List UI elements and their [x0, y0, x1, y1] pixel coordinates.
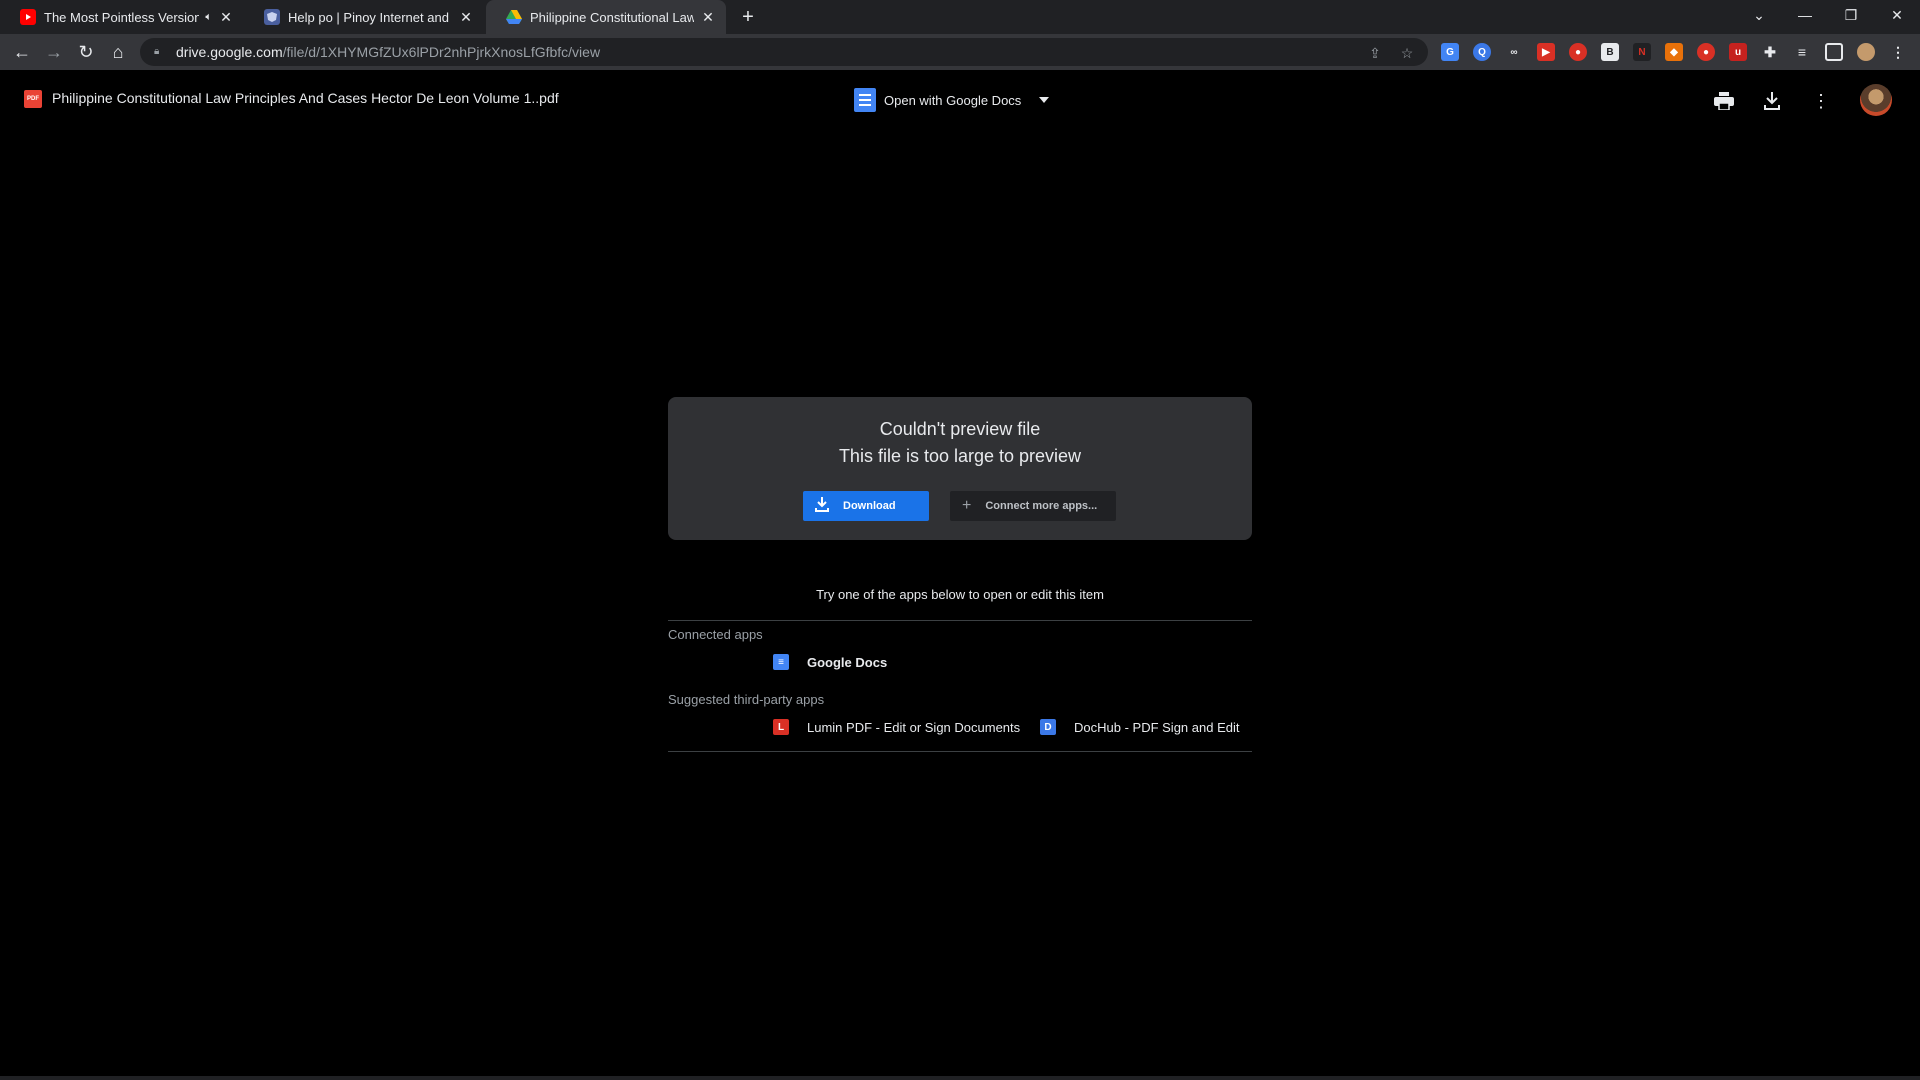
error-message: This file is too large to preview: [838, 446, 1082, 466]
close-tab-icon[interactable]: ✕: [218, 9, 234, 25]
glasses-extension-icon[interactable]: ∞: [1505, 43, 1523, 61]
home-icon[interactable]: ⌂: [104, 38, 132, 66]
download-button[interactable]: Download: [803, 491, 929, 521]
more-options-icon[interactable]: ⋮: [1808, 88, 1834, 114]
tab-title: Help po | Pinoy Internet and Tec: [288, 9, 452, 25]
connected-apps-label: Connected apps: [668, 627, 763, 642]
close-tab-icon[interactable]: ✕: [700, 9, 716, 25]
record-extension-icon[interactable]: ●: [1569, 43, 1587, 61]
chevron-down-icon[interactable]: [1039, 97, 1050, 103]
app-lumin-pdf[interactable]: L Lumin PDF - Edit or Sign Documents: [773, 719, 1020, 735]
google-docs-icon: [854, 88, 876, 112]
tab-pinoy-forum[interactable]: Help po | Pinoy Internet and Tec ✕: [244, 0, 484, 34]
browser-menu-icon[interactable]: ⋮: [1889, 43, 1907, 61]
download-icon[interactable]: [1759, 88, 1785, 114]
page-extension-icon[interactable]: B: [1601, 43, 1619, 61]
browser-toolbar: ← → ↻ ⌂ 🔒︎ drive.google.com/file/d/1XHYM…: [0, 34, 1920, 70]
connect-label: Connect more apps...: [985, 500, 1098, 512]
open-with-google-docs-button[interactable]: Open with Google Docs: [854, 86, 1050, 114]
dochub-icon: D: [1040, 719, 1056, 735]
fox-extension-icon[interactable]: ◆: [1665, 43, 1683, 61]
youtube-icon: [20, 9, 36, 25]
viewer-header: PDF Philippine Constitutional Law Princi…: [0, 70, 1920, 130]
download-icon: [815, 496, 829, 516]
speaker-icon[interactable]: 🔈︎: [205, 11, 212, 24]
plus-icon: +: [962, 497, 972, 514]
video-extension-icon[interactable]: ▶: [1537, 43, 1555, 61]
share-icon[interactable]: ⇪: [1366, 44, 1384, 62]
search-extension-icon[interactable]: Q: [1473, 43, 1491, 61]
tab-search-icon[interactable]: ⌄: [1736, 0, 1782, 30]
side-panel-icon[interactable]: [1825, 43, 1843, 61]
tab-youtube[interactable]: The Most Pointless Version o 🔈︎ ✕: [0, 0, 244, 34]
app-dochub[interactable]: D DocHub - PDF Sign and Edit: [1040, 719, 1239, 735]
tab-strip: The Most Pointless Version o 🔈︎ ✕ Help p…: [0, 0, 1920, 34]
translate-extension-icon[interactable]: G: [1441, 43, 1459, 61]
profile-avatar[interactable]: [1857, 43, 1875, 61]
back-icon[interactable]: ←: [8, 38, 36, 66]
pdf-file-icon: PDF: [24, 90, 42, 108]
extensions-puzzle-icon[interactable]: ✚: [1761, 43, 1779, 61]
google-docs-icon: ≡: [773, 654, 789, 670]
tab-drive[interactable]: Philippine Constitutional Law Prin ✕: [486, 0, 726, 34]
print-icon[interactable]: [1711, 88, 1737, 114]
suggested-apps-label: Suggested third-party apps: [668, 692, 825, 707]
file-title: Philippine Constitutional Law Principles…: [52, 90, 559, 106]
netflix-extension-icon[interactable]: N: [1633, 43, 1651, 61]
account-avatar[interactable]: [1860, 84, 1892, 116]
ublock-extension-icon[interactable]: u: [1729, 43, 1747, 61]
preview-error-card: Couldn't preview file This file is too l…: [668, 397, 1252, 540]
url-host: drive.google.com: [176, 44, 283, 60]
tab-title: Philippine Constitutional Law Prin: [530, 9, 694, 25]
app-google-docs[interactable]: ≡ Google Docs: [773, 654, 887, 670]
app-name: Lumin PDF - Edit or Sign Documents: [807, 719, 1021, 735]
bookmark-star-icon[interactable]: ☆: [1398, 44, 1416, 62]
app-name: Google Docs: [807, 654, 888, 670]
bottom-strip: [0, 1076, 1920, 1080]
forum-icon: [264, 9, 280, 25]
google-drive-icon: [506, 9, 522, 25]
download-label: Download: [843, 500, 896, 512]
new-tab-button[interactable]: +: [736, 5, 760, 29]
reading-list-icon[interactable]: ≡: [1793, 43, 1811, 61]
close-tab-icon[interactable]: ✕: [458, 9, 474, 25]
lumin-pdf-icon: L: [773, 719, 789, 735]
forward-icon[interactable]: →: [40, 38, 68, 66]
apps-hint: Try one of the apps below to open or edi…: [816, 587, 1104, 602]
address-bar[interactable]: 🔒︎ drive.google.com/file/d/1XHYMGfZUx6lP…: [140, 38, 1428, 66]
close-window-button[interactable]: ✕: [1874, 0, 1920, 30]
reload-icon[interactable]: ↻: [72, 38, 100, 66]
lock-icon[interactable]: 🔒︎: [154, 46, 166, 58]
shield-extension-icon[interactable]: ●: [1697, 43, 1715, 61]
error-title: Couldn't preview file: [879, 419, 1041, 439]
app-name: DocHub - PDF Sign and Edit: [1074, 719, 1240, 735]
minimize-button[interactable]: —: [1782, 0, 1828, 30]
restore-button[interactable]: ❐: [1828, 0, 1874, 30]
divider: [668, 620, 1252, 621]
divider: [668, 751, 1252, 752]
tab-title: The Most Pointless Version o: [44, 9, 200, 25]
url-path: /file/d/1XHYMGfZUx6lPDr2nhPjrkXnosLfGfbf…: [282, 44, 601, 60]
open-with-label: Open with Google Docs: [884, 92, 1022, 108]
connect-more-apps-button[interactable]: + Connect more apps...: [950, 491, 1116, 521]
